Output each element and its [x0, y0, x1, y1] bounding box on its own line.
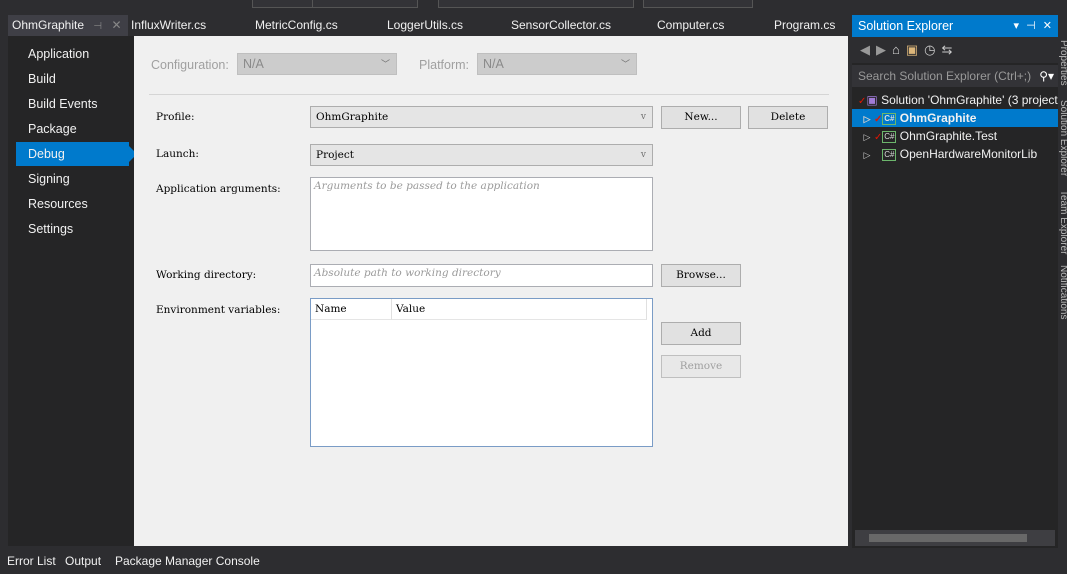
tab-ohmgraphite[interactable]: OhmGraphite ⊣ ✕	[8, 15, 128, 36]
new-profile-button[interactable]: New...	[661, 106, 741, 129]
platform-value: N/A	[483, 57, 504, 71]
column-header-name[interactable]: Name	[311, 299, 392, 320]
configuration-select: N/A ﹀	[237, 53, 397, 75]
toolbar-combo[interactable]	[252, 0, 314, 8]
tab-loggerutils[interactable]: LoggerUtils.cs	[387, 15, 463, 36]
tree-project-openhardwaremonitorlib[interactable]: ▷✓C# OpenHardwareMonitorLib	[852, 145, 1058, 163]
tab-error-list[interactable]: Error List	[7, 554, 56, 568]
chevron-down-icon: v	[640, 112, 646, 122]
nav-application[interactable]: Application	[16, 42, 129, 66]
profile-select[interactable]: OhmGraphite v	[310, 106, 653, 128]
launch-label: Launch:	[156, 148, 199, 160]
platform-select: N/A ﹀	[477, 53, 637, 75]
csharp-project-icon: C#	[882, 130, 897, 143]
tree-project-ohmgraphite[interactable]: ▷ ✓ C# OhmGraphite	[852, 109, 1058, 127]
project-label: OhmGraphite	[899, 111, 977, 125]
chevron-down-icon: ﹀	[380, 59, 390, 69]
add-env-button[interactable]: Add	[661, 322, 741, 345]
tab-label: OhmGraphite	[12, 18, 85, 32]
close-icon[interactable]: ✕	[111, 18, 121, 32]
csharp-project-icon: C#	[882, 148, 897, 161]
solution-icon: ▣	[866, 93, 878, 107]
toolbar-combo[interactable]	[643, 0, 753, 8]
solution-explorer-header: Solution Explorer ▾ ⊣ ✕	[852, 15, 1058, 37]
configuration-label: Configuration:	[151, 58, 229, 72]
chevron-down-icon: v	[640, 150, 646, 160]
nav-build[interactable]: Build	[16, 67, 129, 91]
configuration-value: N/A	[243, 57, 264, 71]
side-tab-team-explorer[interactable]: Team Explorer	[1058, 190, 1067, 254]
close-icon[interactable]: ✕	[1043, 20, 1052, 32]
side-tab-properties[interactable]: Properties	[1058, 40, 1067, 86]
column-header-value[interactable]: Value	[392, 299, 647, 320]
launch-value: Project	[316, 149, 354, 161]
scrollbar-thumb[interactable]	[869, 534, 1027, 542]
bottom-tool-tabs: Error List Output Package Manager Consol…	[0, 548, 1067, 574]
project-properties-nav: Application Build Build Events Package D…	[8, 36, 137, 546]
sync-icon[interactable]: ▣	[906, 42, 924, 57]
remove-env-button: Remove	[661, 355, 741, 378]
panel-title: Solution Explorer	[858, 19, 954, 33]
solution-search-input[interactable]: Search Solution Explorer (Ctrl+;) ⚲▾	[852, 65, 1058, 87]
nav-package[interactable]: Package	[16, 117, 129, 141]
browse-button[interactable]: Browse...	[661, 264, 741, 287]
tab-metricconfig[interactable]: MetricConfig.cs	[255, 15, 338, 36]
tab-package-manager-console[interactable]: Package Manager Console	[115, 554, 260, 568]
app-args-label: Application arguments:	[156, 183, 281, 195]
nav-resources[interactable]: Resources	[16, 192, 129, 216]
pin-icon[interactable]: ⊣	[1026, 20, 1036, 32]
profile-label: Profile:	[156, 111, 195, 123]
search-icon[interactable]: ⚲▾	[1035, 65, 1058, 87]
dropdown-icon[interactable]: ▾	[1014, 20, 1020, 32]
tree-project-ohmgraphite-test[interactable]: ▷ ✓ C# OhmGraphite.Test	[852, 127, 1058, 145]
toolbar-combo[interactable]	[438, 0, 634, 8]
project-label: OpenHardwareMonitorLib	[899, 147, 1038, 161]
solution-label: Solution 'OhmGraphite' (3 projects)	[881, 93, 1058, 107]
nav-settings[interactable]: Settings	[16, 217, 129, 241]
side-tab-notifications[interactable]: Notifications	[1058, 265, 1067, 319]
delete-profile-button[interactable]: Delete	[748, 106, 828, 129]
env-vars-label: Environment variables:	[156, 304, 281, 316]
side-tab-solution-explorer[interactable]: Solution Explorer	[1058, 100, 1067, 176]
nav-signing[interactable]: Signing	[16, 167, 129, 191]
switch-views-icon[interactable]: ⇆	[942, 42, 959, 57]
project-label: OhmGraphite.Test	[899, 129, 998, 143]
solution-explorer-toolbar: ◀▶⌂▣◷⇆	[852, 37, 1058, 63]
env-vars-grid[interactable]: Name Value	[310, 298, 653, 447]
tree-solution[interactable]: ✓▣ Solution 'OhmGraphite' (3 projects)	[852, 91, 1058, 109]
checkmark-icon: ✓	[874, 114, 883, 125]
nav-debug[interactable]: Debug	[16, 142, 137, 166]
search-placeholder: Search Solution Explorer (Ctrl+;)	[858, 69, 1032, 83]
tab-output[interactable]: Output	[65, 554, 101, 568]
expand-icon[interactable]: ▷	[860, 146, 874, 163]
divider	[149, 94, 829, 95]
csharp-project-icon: C#	[882, 112, 897, 125]
workdir-input[interactable]: Absolute path to working directory	[310, 264, 653, 287]
home-icon[interactable]: ⌂	[892, 42, 906, 57]
horizontal-scrollbar[interactable]	[855, 530, 1055, 546]
app-args-input[interactable]: Arguments to be passed to the applicatio…	[310, 177, 653, 251]
profile-value: OhmGraphite	[316, 111, 389, 123]
chevron-down-icon: ﹀	[620, 59, 630, 69]
nav-build-events[interactable]: Build Events	[16, 92, 129, 116]
toolbar-combo[interactable]	[312, 0, 418, 8]
expand-icon[interactable]: ▷	[860, 110, 874, 127]
debug-page: Configuration: N/A ﹀ Platform: N/A ﹀ Profi…	[134, 36, 848, 546]
forward-icon[interactable]: ▶	[876, 42, 892, 57]
tab-sensorcollector[interactable]: SensorCollector.cs	[511, 15, 611, 36]
solution-explorer: Solution Explorer ▾ ⊣ ✕ ◀▶⌂▣◷⇆ Search So…	[852, 15, 1058, 548]
tab-influxwriter[interactable]: InfluxWriter.cs	[131, 15, 206, 36]
pin-icon[interactable]: ⊣	[93, 21, 102, 32]
platform-label: Platform:	[419, 58, 470, 72]
launch-select[interactable]: Project v	[310, 144, 653, 166]
expand-icon[interactable]: ▷	[860, 128, 874, 145]
workdir-label: Working directory:	[156, 269, 257, 281]
history-icon[interactable]: ◷	[924, 42, 941, 57]
toolbar	[0, 0, 1067, 14]
back-icon[interactable]: ◀	[860, 42, 876, 57]
checkmark-icon: ✓	[874, 132, 883, 143]
tab-computer[interactable]: Computer.cs	[657, 15, 724, 36]
tab-program[interactable]: Program.cs	[774, 15, 835, 36]
